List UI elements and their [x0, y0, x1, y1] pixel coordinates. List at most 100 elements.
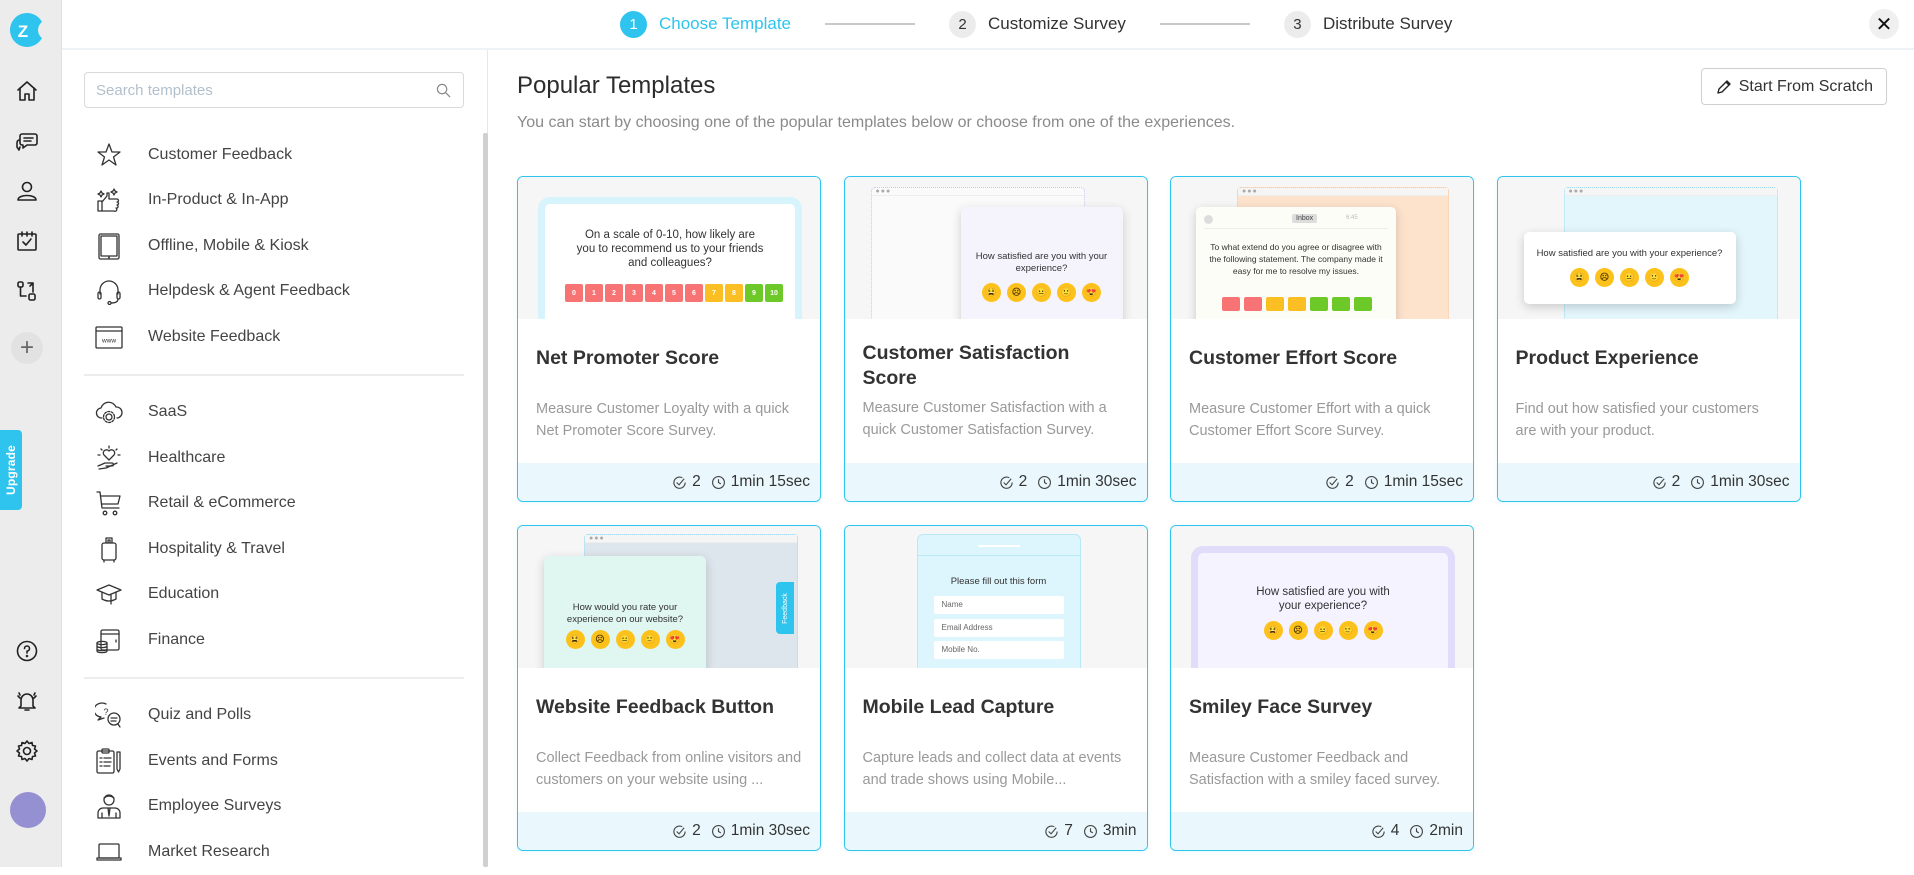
- duration: 2min: [1429, 822, 1463, 839]
- emoji-sad-icon: ☹: [1288, 621, 1308, 640]
- nps-option: 6: [685, 284, 703, 302]
- divider: [84, 676, 464, 679]
- category-employee-surveys[interactable]: Employee Surveys: [84, 784, 464, 830]
- question-count: 2: [1345, 473, 1354, 490]
- tablet-icon: [94, 231, 124, 261]
- clock-icon: [1083, 824, 1097, 838]
- laptop-icon: [94, 837, 124, 867]
- phone-mockup: On a scale of 0-10, how likely are you t…: [538, 197, 802, 319]
- emoji-neutral-icon: 😐: [1032, 283, 1051, 302]
- close-icon[interactable]: ✕: [1869, 9, 1899, 39]
- emoji-scale: 😫 ☹ 😐 🙂 😍: [1524, 268, 1736, 287]
- emoji-sad-icon: ☹: [1595, 268, 1614, 287]
- bell-icon[interactable]: [14, 688, 40, 714]
- ces-option: [1222, 297, 1240, 311]
- category-list: Customer Feedback In-Product & In-App Of…: [84, 132, 464, 875]
- card-body: Smiley Face Survey Measure Customer Feed…: [1171, 668, 1473, 814]
- headset-icon: [94, 276, 124, 306]
- category-customer-feedback[interactable]: Customer Feedback: [84, 132, 464, 178]
- category-website-feedback[interactable]: www Website Feedback: [84, 314, 464, 360]
- phone-mockup: Please fill out this form Name Email Add…: [916, 534, 1081, 668]
- template-card-website-feedback-button[interactable]: ●●● Feedback How would you rate your exp…: [517, 525, 821, 851]
- search-icon[interactable]: [436, 83, 451, 98]
- start-from-scratch-button[interactable]: Start From Scratch: [1700, 68, 1887, 105]
- category-retail-ecommerce[interactable]: Retail & eCommerce: [84, 481, 464, 527]
- category-healthcare[interactable]: Healthcare: [84, 435, 464, 481]
- template-card-net-promoter-score[interactable]: On a scale of 0-10, how likely are you t…: [517, 176, 821, 502]
- quiz-bubbles-icon: ?: [94, 700, 124, 730]
- step-customize-survey[interactable]: 2 Customize Survey: [949, 10, 1126, 38]
- user-icon[interactable]: [14, 178, 40, 204]
- template-card-mobile-lead-capture[interactable]: Please fill out this form Name Email Add…: [843, 525, 1148, 851]
- workflow-icon[interactable]: [14, 278, 40, 304]
- emoji-neutral-icon: 😐: [615, 630, 635, 649]
- question-count: 2: [692, 473, 701, 490]
- category-events-and-forms[interactable]: Events and Forms: [84, 738, 464, 784]
- clock-icon: [1364, 475, 1378, 489]
- upgrade-button[interactable]: Upgrade: [0, 430, 22, 510]
- step-distribute-survey[interactable]: 3 Distribute Survey: [1283, 10, 1452, 38]
- template-preview: ●●● Feedback How would you rate your exp…: [518, 526, 820, 668]
- emoji-scale: 😫 ☹ 😐 🙂 😍: [544, 630, 706, 649]
- category-finance[interactable]: Finance: [84, 617, 464, 663]
- emoji-smile-icon: 🙂: [1338, 621, 1358, 640]
- question-count: 2: [1018, 473, 1028, 490]
- preview-question: How satisfied are you with your experien…: [1256, 586, 1390, 612]
- svg-text:www: www: [101, 337, 116, 344]
- duration: 1min 30sec: [1710, 473, 1790, 490]
- zonka-logo[interactable]: Z: [9, 12, 45, 48]
- add-button[interactable]: +: [11, 332, 43, 364]
- help-icon[interactable]: [14, 638, 40, 664]
- calendar-check-icon[interactable]: [14, 228, 40, 254]
- popup-mockup: How satisfied are you with your experien…: [960, 207, 1123, 319]
- category-market-research[interactable]: Market Research: [84, 829, 464, 875]
- check-circle-icon: [1652, 476, 1666, 489]
- emoji-smile-icon: 🙂: [640, 630, 660, 649]
- avatar[interactable]: [10, 792, 46, 828]
- step-connector: [825, 23, 915, 25]
- clock-icon: [1691, 475, 1705, 489]
- feedback-tab-label: Feedback: [781, 592, 789, 624]
- duration: 1min 30sec: [730, 822, 810, 839]
- category-hospitality-travel[interactable]: Hospitality & Travel: [84, 526, 464, 572]
- cloud-gear-icon: [94, 397, 124, 427]
- card-footer: 7 3min: [844, 812, 1147, 850]
- nps-option: 7: [705, 284, 723, 302]
- pencil-icon: [1717, 79, 1731, 94]
- clipboard-icon: [94, 746, 124, 776]
- template-preview: On a scale of 0-10, how likely are you t…: [518, 177, 820, 319]
- step-choose-template[interactable]: 1 Choose Template: [620, 10, 791, 38]
- card-title: Mobile Lead Capture: [862, 696, 1055, 718]
- template-preview: How satisfied are you with your experien…: [1171, 526, 1473, 668]
- category-education[interactable]: Education: [84, 572, 464, 618]
- form-field-email: Email Address: [933, 619, 1064, 637]
- ces-option: [1244, 297, 1262, 311]
- check-circle-icon: [999, 476, 1013, 489]
- duration: 1min 15sec: [730, 473, 810, 490]
- card-title: Net Promoter Score: [536, 347, 720, 369]
- card-body: Customer Satisfaction Score Measure Cust…: [845, 319, 1147, 465]
- category-helpdesk-agent-feedback[interactable]: Helpdesk & Agent Feedback: [84, 269, 464, 315]
- search-input[interactable]: [85, 73, 415, 107]
- home-icon[interactable]: [14, 78, 40, 104]
- nps-option: 10: [765, 284, 783, 302]
- template-card-customer-satisfaction-score[interactable]: ●●● How satisfied are you with your expe…: [843, 176, 1148, 502]
- popup-mockup: How satisfied are you with your experien…: [1523, 232, 1736, 304]
- category-label: Education: [148, 585, 220, 603]
- card-body: Net Promoter Score Measure Customer Loya…: [518, 319, 820, 465]
- ces-option: [1354, 297, 1372, 311]
- template-card-customer-effort-score[interactable]: ●●● Inbox 6:45 To what extend do you agr…: [1170, 176, 1474, 502]
- chat-feedback-icon[interactable]: [14, 129, 40, 155]
- card-body: Mobile Lead Capture Capture leads and co…: [845, 668, 1147, 814]
- template-card-smiley-face-survey[interactable]: How satisfied are you with your experien…: [1170, 525, 1474, 851]
- category-quiz-and-polls[interactable]: ? Quiz and Polls: [84, 693, 464, 739]
- category-in-product-in-app[interactable]: In-Product & In-App: [84, 178, 464, 224]
- emoji-crying-icon: 😫: [565, 630, 585, 649]
- nps-option: 0: [565, 284, 583, 302]
- category-offline-mobile-kiosk[interactable]: Offline, Mobile & Kiosk: [84, 223, 464, 269]
- ces-option: [1266, 297, 1284, 311]
- email-mockup: Inbox 6:45 To what extend do you agree o…: [1196, 207, 1396, 319]
- template-card-product-experience[interactable]: ●●● How satisfied are you with your expe…: [1496, 176, 1801, 502]
- settings-icon[interactable]: [14, 738, 40, 764]
- category-saas[interactable]: SaaS: [84, 390, 464, 436]
